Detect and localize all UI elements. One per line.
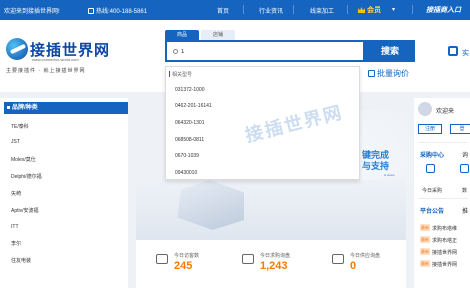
new-badge: 最新	[420, 248, 430, 255]
platform-announcements-title[interactable]: 平台公告	[420, 206, 444, 215]
nav-home[interactable]: 首页	[217, 6, 229, 15]
stat-label: 今日供应询盘	[350, 253, 381, 259]
nav-wire-processing[interactable]: 线束加工	[310, 6, 334, 15]
sidebar-item-lear[interactable]: 李尔	[11, 240, 21, 247]
suggestion-item[interactable]: 0462-201-16141	[175, 103, 212, 109]
suggestion-item[interactable]: 064320-1301	[175, 120, 204, 126]
announcement-item[interactable]: 求购布塔维	[432, 225, 457, 232]
nav-separator	[412, 5, 413, 14]
search-input[interactable]	[181, 45, 361, 59]
bulk-quote-label: 批量询价	[377, 69, 409, 78]
user-panel: 欢迎来 注册 登 采购中心 询 今日采购 数 平台公告 推 最新 求购布塔维 最…	[414, 98, 470, 288]
slogan: 主要接插件 · 就上接插世界网	[6, 68, 86, 74]
welcome-text: 欢迎来到接插世界网!	[4, 9, 60, 15]
bulk-quote-link[interactable]: 批量询价	[368, 68, 409, 79]
suggestions-header: 相关型号	[168, 71, 193, 78]
banner-slogan: 键完成 与支持	[362, 150, 389, 172]
new-badge: 最新	[420, 224, 430, 231]
recommend-tab[interactable]: 推	[462, 206, 468, 215]
stat-label: 今日求购询盘	[260, 253, 291, 259]
vip-label: 会员	[367, 7, 381, 14]
search-radio-icon[interactable]	[173, 49, 178, 54]
divider	[418, 198, 468, 199]
purchase-center-title[interactable]: 采购中心	[420, 150, 444, 159]
category-sidebar: 品牌/种类 TE/泰科 JST Molex/莫仕 Delphi/德尔福 矢崎 A…	[0, 98, 128, 288]
suggestion-item[interactable]: 09430010	[175, 170, 197, 176]
announcement-item[interactable]: 接插世界网	[432, 261, 457, 268]
inquiry-icon	[242, 254, 254, 264]
crown-icon	[358, 7, 365, 13]
sidebar-item-itt[interactable]: ITT	[11, 224, 19, 230]
header-right-label: 实	[462, 50, 469, 57]
sidebar-header-label: 品牌/种类	[12, 105, 38, 111]
suggestion-item[interactable]: 0670-1039	[175, 153, 199, 159]
new-badge: 最新	[420, 260, 430, 267]
nav-separator	[243, 5, 244, 14]
stat-value: 245	[174, 260, 193, 272]
verified-icon[interactable]	[448, 46, 458, 56]
logo-globe-icon	[6, 38, 28, 60]
stat-value: 1,243	[260, 260, 288, 272]
logo-url: www.connector-world.com	[32, 57, 79, 62]
purchase-icon[interactable]	[426, 164, 435, 173]
nav-industry-news[interactable]: 行业资讯	[259, 6, 283, 15]
register-button[interactable]: 注册	[418, 124, 442, 134]
divider	[418, 142, 468, 143]
inquiry-tab[interactable]: 询	[462, 150, 468, 159]
nav-separator	[347, 5, 348, 14]
chevron-down-icon[interactable]: ▾	[392, 6, 395, 13]
supplier-entry-link[interactable]: 接插商入口	[426, 5, 461, 15]
sidebar-header: 品牌/种类	[4, 102, 128, 114]
top-bar: 欢迎来到接插世界网! 热线:400-188-5861 首页 行业资讯 线束加工 …	[0, 0, 470, 20]
sidebar-item-te[interactable]: TE/泰科	[11, 123, 29, 130]
supply-icon	[332, 254, 344, 264]
stat-value: 0	[350, 260, 357, 272]
suggestion-item[interactable]: 031372-1000	[175, 87, 204, 93]
sidebar-item-aptiv[interactable]: Aptiv/安波福	[11, 207, 39, 214]
tab-shops[interactable]: 店铺	[201, 30, 235, 40]
search-button[interactable]: 搜索	[365, 40, 415, 62]
phone-icon	[88, 8, 94, 14]
stat-label: 今日访客数	[174, 253, 200, 259]
category-icon	[7, 106, 10, 109]
search-suggestions-dropdown: 相关型号 031372-1000 0462-201-16141 064320-1…	[165, 66, 360, 180]
banner-slogan-text: 键完成 与支持	[362, 150, 390, 171]
announcement-item[interactable]: 接插世界网	[432, 249, 457, 256]
search-box	[165, 40, 365, 62]
sidebar-item-yazaki[interactable]: 矢崎	[11, 190, 21, 197]
purchase-icon-label: 今日采购	[422, 188, 443, 194]
document-icon	[368, 70, 375, 77]
new-badge: 最新	[420, 236, 430, 243]
login-button[interactable]: 登	[450, 124, 470, 134]
data-icon-label: 数	[462, 188, 468, 194]
banner[interactable]	[136, 180, 406, 240]
hotline: 热线:400-188-5861	[88, 6, 147, 15]
hotline-text: 热线:400-188-5861	[96, 9, 148, 15]
suggestion-item[interactable]: 068508-0811	[175, 137, 204, 143]
panel-welcome: 欢迎来	[436, 109, 455, 115]
sidebar-item-delphi[interactable]: Delphi/德尔福	[11, 173, 42, 180]
vip-button[interactable]: 会员	[358, 5, 381, 15]
tab-products[interactable]: 商品	[165, 30, 199, 40]
sidebar-item-jst[interactable]: JST	[11, 139, 20, 145]
nav-separator	[293, 5, 294, 14]
announcement-item[interactable]: 求购布塔正	[432, 237, 457, 244]
data-icon[interactable]	[460, 164, 469, 173]
banner-slogan-sub: & Jesus	[384, 173, 395, 177]
visitors-icon	[156, 254, 168, 264]
sidebar-item-molex[interactable]: Molex/莫仕	[11, 156, 36, 163]
avatar	[418, 102, 432, 116]
sidebar-item-sumitomo[interactable]: 住友电装	[11, 257, 31, 264]
stats-bar: 今日访客数 245 今日求购询盘 1,243 今日供应询盘 0	[136, 240, 406, 288]
